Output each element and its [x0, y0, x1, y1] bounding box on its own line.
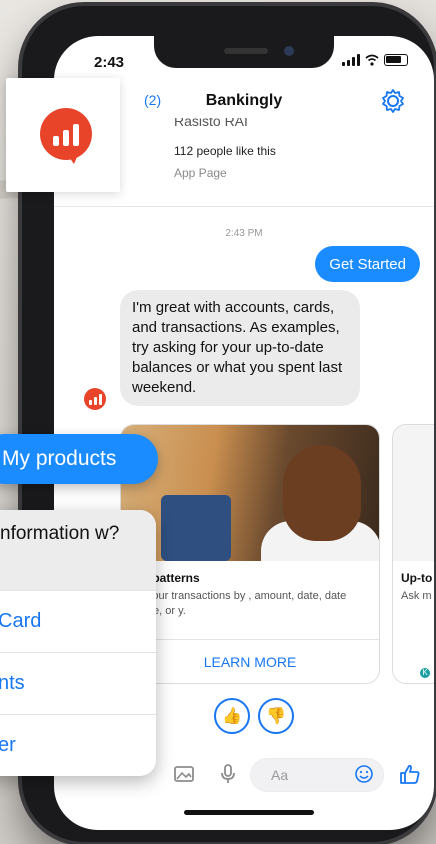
status-time: 2:43 — [94, 54, 125, 71]
thumbs-up-icon[interactable]: 👍 — [214, 698, 250, 734]
like-icon[interactable] — [398, 762, 422, 786]
status-icons — [342, 54, 408, 66]
card-description: Ask m — [401, 590, 432, 602]
emoji-icon[interactable] — [354, 764, 374, 784]
wifi-icon — [365, 54, 379, 66]
microphone-icon[interactable] — [216, 762, 240, 786]
shopping-bag-illustration — [161, 495, 231, 561]
page-type: App Page — [174, 166, 227, 180]
photo-icon[interactable] — [172, 762, 196, 786]
bubble-tail — [64, 150, 80, 164]
quick-reply-card: nformation w? Card nts er — [0, 510, 156, 776]
bot-message-bubble: I'm great with accounts, cards, and tran… — [120, 290, 360, 406]
thumbs-down-icon[interactable]: 👎 — [258, 698, 294, 734]
card-description: for your transactions by , amount, date,… — [131, 590, 347, 617]
quick-reply-option[interactable]: Card — [0, 590, 156, 652]
carousel-card[interactable]: ing patterns for your transactions by , … — [120, 424, 380, 684]
user-message-bubble: Get Started — [315, 246, 420, 282]
message-timestamp: 2:43 PM — [225, 228, 263, 239]
signal-icon — [342, 54, 360, 66]
bot-avatar — [84, 388, 106, 410]
page-name: Rasisto RAI — [174, 118, 248, 129]
page-likes: 112 people like this — [174, 144, 276, 158]
person-face — [283, 445, 361, 541]
my-products-button[interactable]: My products — [0, 434, 158, 484]
home-indicator — [184, 810, 314, 815]
gear-icon[interactable] — [380, 88, 406, 114]
quick-reply-question: nformation w? — [0, 510, 156, 590]
card-title: Up-to — [401, 571, 433, 585]
card-title: ing patterns — [131, 571, 200, 585]
learn-more-button[interactable]: LEARN MORE — [121, 639, 379, 683]
page-info: Rasisto RAI 112 people like this App Pag… — [174, 118, 276, 180]
quick-reply-option[interactable]: nts — [0, 652, 156, 714]
reaction-buttons: 👍 👎 — [214, 698, 294, 734]
speaker — [224, 48, 268, 54]
carousel-card[interactable]: Up-to Ask m — [392, 424, 434, 684]
brand-logo-badge — [6, 78, 120, 192]
card-image — [393, 425, 434, 561]
notch — [154, 36, 334, 68]
camera — [284, 46, 294, 56]
divider — [54, 206, 434, 207]
read-receipt-avatar: K — [418, 666, 432, 680]
battery-icon — [384, 54, 408, 66]
quick-reply-option[interactable]: er — [0, 714, 156, 776]
card-image — [121, 425, 379, 561]
